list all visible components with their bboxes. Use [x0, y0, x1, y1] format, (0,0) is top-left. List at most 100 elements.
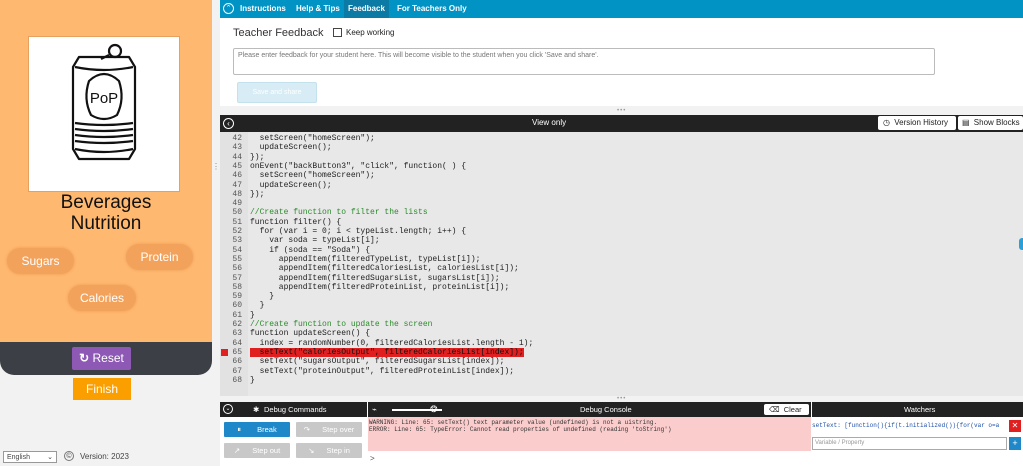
- sugars-button[interactable]: Sugars: [7, 248, 74, 274]
- line-number: 47: [232, 180, 242, 190]
- line-number: 65: [232, 347, 242, 357]
- code-text: if (soda == "Soda") {: [250, 245, 371, 255]
- footer-bar: English ⌄ © Version: 2023: [0, 448, 212, 466]
- code-line: 46 setScreen("homeScreen");: [220, 171, 1023, 180]
- resize-handle[interactable]: ⋮: [212, 163, 220, 177]
- tab-instructions[interactable]: Instructions: [240, 0, 286, 18]
- version-text: Version: 2023: [80, 452, 129, 461]
- code-line: 44});: [220, 153, 1023, 162]
- language-select[interactable]: English ⌄: [3, 451, 57, 463]
- show-blocks-label: Show Blocks: [973, 118, 1020, 127]
- watch-entry: setText: [function(){if(t.initialized())…: [812, 422, 1000, 429]
- collapse-icon[interactable]: ⌄: [223, 404, 233, 414]
- line-number: 68: [232, 375, 242, 385]
- step-over-button[interactable]: ↷ Step over: [296, 422, 362, 437]
- code-line: 43 updateScreen();: [220, 143, 1023, 152]
- line-number: 58: [232, 282, 242, 292]
- view-only-label: View only: [532, 118, 567, 127]
- soda-can-image: PoP: [28, 36, 180, 192]
- reset-icon: ↻: [79, 351, 90, 365]
- copyright-icon[interactable]: ©: [64, 451, 74, 461]
- code-line: 53 var soda = typeList[i];: [220, 236, 1023, 245]
- reset-button[interactable]: ↻ Reset: [72, 347, 131, 370]
- editor-header: ‹ View only ◷ Version History ▤ Show Blo…: [220, 115, 1023, 132]
- slider-icon[interactable]: ⌁: [372, 402, 377, 417]
- line-number: 63: [232, 329, 242, 339]
- code-line: 64 index = randomNumber(0, filteredCalor…: [220, 339, 1023, 348]
- code-line: 42 setScreen("homeScreen");: [220, 134, 1023, 143]
- line-number: 45: [232, 161, 242, 171]
- code-text: //Create function to filter the lists: [250, 208, 428, 218]
- console-output[interactable]: WARNING: Line: 65: setText() text parame…: [368, 417, 811, 451]
- panel-resize-handle[interactable]: •••: [617, 108, 626, 114]
- feedback-panel: Teacher Feedback Keep working Please ent…: [220, 18, 1023, 106]
- line-number: 53: [232, 236, 242, 246]
- code-line: 67 setText("proteinOutput", filteredProt…: [220, 367, 1023, 376]
- debug-commands-title: Debug Commands: [264, 405, 327, 414]
- line-number: 61: [232, 310, 242, 320]
- step-out-label: Step out: [252, 446, 281, 455]
- keep-working-label: Keep working: [346, 28, 395, 37]
- break-button[interactable]: ⏸ Break: [224, 422, 290, 437]
- chevron-left-icon[interactable]: ‹: [223, 118, 234, 129]
- line-number: 55: [232, 254, 242, 264]
- debug-commands-header: ⌄ ✱ Debug Commands: [220, 402, 367, 417]
- version-history-label: Version History: [894, 118, 949, 127]
- line-number: 59: [232, 292, 242, 302]
- code-line: 55 appendItem(filteredTypeList, typeList…: [220, 255, 1023, 264]
- code-text: for (var i = 0; i < typeList.length; i++…: [250, 227, 467, 236]
- save-and-share-button[interactable]: Save and share: [237, 82, 317, 103]
- line-number: 51: [232, 217, 242, 227]
- line-number: 56: [232, 264, 242, 274]
- code-text: }: [250, 310, 255, 320]
- code-text: }: [250, 301, 265, 311]
- language-value: English: [7, 454, 30, 461]
- code-editor[interactable]: 42 setScreen("homeScreen"); 43 updateScre…: [220, 132, 1023, 396]
- code-line: 52 for (var i = 0; i < typeList.length; …: [220, 227, 1023, 236]
- code-text: setText("proteinOutput", filteredProtein…: [250, 366, 515, 376]
- version-history-button[interactable]: ◷ Version History: [878, 116, 956, 130]
- code-line: 45 onEvent("backButton3", "click", functi…: [220, 162, 1023, 171]
- code-text: function filter() {: [250, 217, 342, 227]
- code-line: 48});: [220, 190, 1023, 199]
- console-input[interactable]: >: [368, 451, 811, 466]
- code-text: //Create function to update the screen: [250, 320, 433, 329]
- app-preview: PoP Beverages Nutrition Sugars Protein C…: [0, 0, 212, 375]
- collapse-icon[interactable]: ⌃: [223, 3, 234, 14]
- debug-panel: ⌄ ✱ Debug Commands ⌁ ❂ Debug Console ⌫ C…: [220, 402, 1023, 466]
- console-error: ERROR: Line: 65: TypeError: Cannot read …: [369, 426, 672, 433]
- code-line: 47 updateScreen();: [220, 181, 1023, 190]
- tab-for-teachers-only[interactable]: For Teachers Only: [397, 0, 467, 18]
- break-label: Break: [257, 425, 277, 434]
- watch-input[interactable]: Variable / Property: [812, 437, 1007, 450]
- feedback-title: Teacher Feedback: [233, 27, 324, 39]
- step-out-icon: ↗: [233, 446, 241, 455]
- finish-button[interactable]: Finish: [73, 378, 131, 400]
- protein-button[interactable]: Protein: [126, 244, 193, 270]
- code-text: index = randomNumber(0, filteredCalories…: [250, 338, 534, 348]
- bug-icon: ✱: [253, 405, 260, 414]
- app-title-line1: Beverages: [60, 192, 152, 213]
- code-line: 51 function filter() {: [220, 218, 1023, 227]
- line-number: 46: [232, 171, 242, 181]
- step-in-button[interactable]: ↘ Step in: [296, 443, 362, 458]
- calories-button[interactable]: Calories: [68, 285, 136, 311]
- debug-console-header: ⌁ ❂ Debug Console ⌫ Clear: [368, 402, 811, 417]
- tab-feedback[interactable]: Feedback: [344, 0, 389, 18]
- feedback-input[interactable]: Please enter feedback for your student h…: [233, 48, 935, 75]
- clear-button[interactable]: ⌫ Clear: [764, 404, 809, 415]
- remove-watch-button[interactable]: ✕: [1009, 420, 1021, 432]
- clock-icon: ◷: [883, 118, 890, 127]
- code-line: 50 //Create function to filter the lists: [220, 208, 1023, 217]
- code-line: 56 appendItem(filteredCaloriesList, calo…: [220, 264, 1023, 273]
- add-watch-button[interactable]: +: [1009, 437, 1021, 450]
- code-text: appendItem(filteredTypeList, typeList[i]…: [250, 254, 481, 264]
- code-text: setScreen("homeScreen");: [250, 134, 375, 143]
- show-blocks-button[interactable]: ▤ Show Blocks: [958, 116, 1023, 130]
- tab-help-tips[interactable]: Help & Tips: [296, 0, 340, 18]
- side-tab-handle[interactable]: [1019, 238, 1023, 250]
- keep-working-checkbox[interactable]: [333, 28, 342, 37]
- step-out-button[interactable]: ↗ Step out: [224, 443, 290, 458]
- code-text: setScreen("homeScreen");: [250, 171, 375, 181]
- watchers-body: setText: [function(){if(t.initialized())…: [811, 417, 1023, 466]
